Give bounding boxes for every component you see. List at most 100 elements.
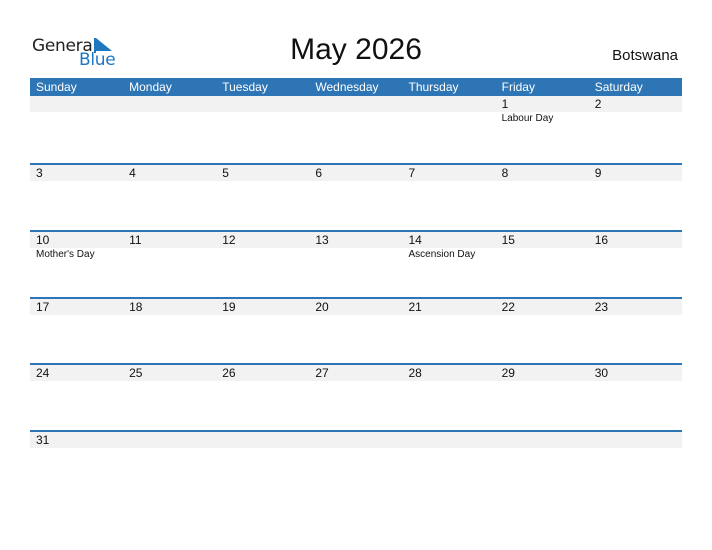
weekday-saturday: Saturday [594, 80, 643, 94]
day-number: 6 [315, 166, 323, 180]
weekday-tuesday: Tuesday [222, 80, 268, 94]
day-cell [495, 432, 589, 497]
week-row: 1 Labour Day 2 [30, 96, 682, 163]
date-strip [588, 432, 682, 448]
date-strip [309, 96, 403, 112]
date-strip [123, 432, 217, 448]
day-number: 1 [501, 97, 509, 111]
date-strip [216, 96, 310, 112]
weekday-monday: Monday [129, 80, 172, 94]
weekday-wednesday: Wednesday [315, 80, 379, 94]
day-cell: 5 [216, 165, 310, 230]
day-cell: 19 [216, 299, 310, 364]
week-row: 10 Mother's Day 11 12 13 14 Ascension Day 15 16 [30, 230, 682, 297]
day-cell: 31 [30, 432, 124, 497]
day-number: 27 [315, 366, 329, 380]
day-cell: 30 [588, 365, 682, 430]
country-label: Botswana [612, 47, 678, 64]
date-strip [30, 96, 124, 112]
day-cell [30, 96, 124, 163]
day-number: 9 [594, 166, 602, 180]
day-cell [216, 96, 310, 163]
date-strip [216, 165, 310, 181]
day-number: 30 [594, 366, 609, 380]
day-cell: 23 [588, 299, 682, 364]
holiday-label: Mother's Day [36, 249, 95, 260]
day-number: 21 [408, 300, 422, 314]
weekday-sunday: Sunday [36, 80, 77, 94]
week-row: 31 [30, 430, 682, 497]
day-number: 5 [222, 166, 229, 180]
holiday-label: Ascension Day [408, 249, 476, 260]
day-number: 28 [408, 366, 422, 380]
day-cell: 3 [30, 165, 124, 230]
day-cell [123, 432, 217, 497]
date-strip [495, 96, 589, 112]
day-number: 7 [408, 166, 416, 180]
day-number: 16 [594, 233, 609, 247]
day-cell [309, 432, 403, 497]
day-number: 24 [36, 366, 50, 380]
day-number: 2 [594, 97, 602, 111]
day-number: 13 [315, 233, 329, 247]
day-cell: 6 [309, 165, 403, 230]
day-number: 12 [222, 233, 236, 247]
day-cell: 10 Mother's Day [30, 232, 124, 297]
day-cell: 12 [216, 232, 310, 297]
date-strip [216, 432, 310, 448]
date-strip [495, 165, 589, 181]
day-cell: 2 [588, 96, 682, 163]
day-cell: 4 [123, 165, 217, 230]
day-cell: 24 [30, 365, 124, 430]
date-strip [123, 165, 217, 181]
day-cell: 22 [495, 299, 589, 364]
day-number: 4 [129, 166, 136, 180]
day-cell: 29 [495, 365, 589, 430]
day-cell: 8 [495, 165, 589, 230]
date-strip [588, 96, 682, 112]
day-cell: 20 [309, 299, 403, 364]
day-cell: 13 [309, 232, 403, 297]
page-title: May 2026 [290, 33, 422, 66]
day-cell: 15 [495, 232, 589, 297]
day-number: 26 [222, 366, 236, 380]
day-cell [309, 96, 403, 163]
week-row: 24 25 26 27 28 29 30 [30, 363, 682, 430]
day-cell: 14 Ascension Day [402, 232, 496, 297]
day-cell [216, 432, 310, 497]
weekday-header: Sunday Monday Tuesday Wednesday Thursday… [30, 78, 682, 96]
day-cell: 1 Labour Day [495, 96, 589, 163]
day-number: 3 [36, 166, 43, 180]
day-number: 22 [501, 300, 515, 314]
date-strip [30, 165, 124, 181]
date-strip [402, 96, 496, 112]
date-strip [588, 165, 682, 181]
day-number: 11 [129, 233, 142, 247]
day-cell: 27 [309, 365, 403, 430]
weekday-thursday: Thursday [408, 80, 459, 94]
day-number: 19 [222, 300, 236, 314]
day-cell: 9 [588, 165, 682, 230]
day-number: 10 [36, 233, 50, 247]
day-number: 23 [594, 300, 609, 314]
day-cell: 28 [402, 365, 496, 430]
day-cell [123, 96, 217, 163]
day-cell: 16 [588, 232, 682, 297]
day-cell: 21 [402, 299, 496, 364]
date-strip [495, 432, 589, 448]
date-strip [402, 432, 496, 448]
date-strip [309, 165, 403, 181]
date-strip [123, 96, 217, 112]
day-cell: 11 [123, 232, 217, 297]
day-cell [402, 432, 496, 497]
date-strip [309, 432, 403, 448]
day-number: 15 [501, 233, 515, 247]
day-number: 18 [129, 300, 143, 314]
day-cell [588, 432, 682, 497]
day-cell: 17 [30, 299, 124, 364]
day-number: 14 [408, 233, 422, 247]
day-number: 17 [36, 300, 50, 314]
weekday-friday: Friday [501, 80, 535, 94]
day-cell: 18 [123, 299, 217, 364]
day-cell: 26 [216, 365, 310, 430]
